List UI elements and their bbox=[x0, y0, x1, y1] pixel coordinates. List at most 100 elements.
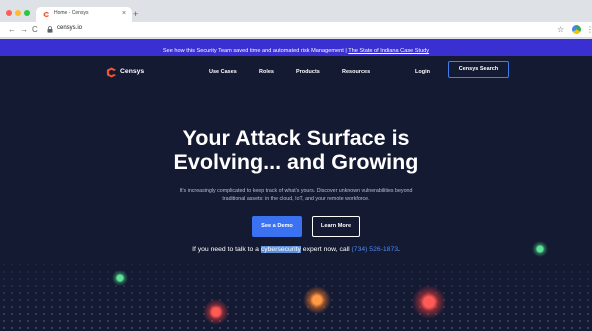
network-dot bbox=[523, 264, 525, 266]
network-dot bbox=[59, 278, 61, 280]
window-close-button[interactable] bbox=[6, 10, 12, 16]
window-maximize-button[interactable] bbox=[24, 10, 30, 16]
network-dot bbox=[459, 320, 461, 322]
network-dot bbox=[555, 285, 557, 287]
network-dot bbox=[427, 278, 429, 280]
glow-dot-red-right bbox=[412, 285, 446, 319]
network-dot bbox=[59, 292, 61, 294]
network-dot bbox=[579, 313, 581, 315]
browser-menu-icon[interactable]: ⋮ bbox=[586, 24, 592, 35]
network-dot bbox=[195, 264, 197, 266]
network-dot bbox=[459, 292, 461, 294]
nav-item-roles[interactable]: Roles bbox=[259, 67, 274, 77]
network-dot bbox=[307, 285, 309, 287]
window-minimize-button[interactable] bbox=[15, 10, 21, 16]
back-arrow-icon[interactable]: ← bbox=[8, 24, 16, 35]
network-dot bbox=[91, 292, 93, 294]
address-bar[interactable]: censys.io bbox=[57, 25, 82, 31]
network-dot bbox=[523, 285, 525, 287]
network-dot bbox=[203, 271, 205, 273]
network-dot bbox=[11, 313, 13, 315]
censys-search-button[interactable]: Censys Search bbox=[448, 61, 509, 78]
network-dot bbox=[531, 327, 533, 329]
censys-logo-icon[interactable] bbox=[106, 67, 117, 78]
bookmark-star-icon[interactable]: ☆ bbox=[557, 24, 564, 35]
tab-title: Home - Censys bbox=[54, 10, 89, 16]
network-dot bbox=[323, 313, 325, 315]
forward-arrow-icon[interactable]: → bbox=[20, 24, 28, 35]
network-dot bbox=[427, 264, 429, 266]
network-dot bbox=[467, 313, 469, 315]
new-tab-icon[interactable]: + bbox=[133, 9, 138, 19]
network-dot bbox=[211, 292, 213, 294]
network-dot bbox=[467, 306, 469, 308]
network-dot bbox=[587, 285, 589, 287]
network-dot bbox=[67, 306, 69, 308]
network-dot bbox=[275, 278, 277, 280]
network-dot bbox=[427, 327, 429, 329]
network-dot bbox=[307, 313, 309, 315]
network-dot bbox=[163, 327, 165, 329]
learn-more-button[interactable]: Learn More bbox=[312, 216, 360, 237]
network-dot bbox=[475, 271, 477, 273]
see-a-demo-button[interactable]: See a Demo bbox=[252, 216, 302, 237]
network-dot bbox=[587, 299, 589, 301]
network-dot bbox=[379, 264, 381, 266]
network-dot bbox=[539, 299, 541, 301]
network-dot bbox=[363, 285, 365, 287]
network-dot bbox=[27, 299, 29, 301]
login-link[interactable]: Login bbox=[415, 67, 430, 77]
network-dot bbox=[267, 285, 269, 287]
network-dot bbox=[259, 278, 261, 280]
network-dot bbox=[363, 320, 365, 322]
network-dot bbox=[299, 299, 301, 301]
network-dot bbox=[235, 285, 237, 287]
network-dot bbox=[27, 278, 29, 280]
network-dot bbox=[459, 299, 461, 301]
logo-text[interactable]: Censys bbox=[120, 67, 144, 77]
browser-tab[interactable]: Home - Censys × bbox=[36, 7, 132, 22]
network-dot bbox=[379, 292, 381, 294]
network-dot bbox=[339, 320, 341, 322]
network-dot bbox=[507, 278, 509, 280]
network-dot bbox=[267, 327, 269, 329]
network-dot bbox=[251, 292, 253, 294]
case-study-link[interactable]: The State of Indiana Case Study bbox=[348, 48, 429, 54]
network-dot bbox=[43, 313, 45, 315]
network-dot bbox=[547, 292, 549, 294]
network-dot bbox=[387, 264, 389, 266]
nav-item-products[interactable]: Products bbox=[296, 67, 320, 77]
network-dot bbox=[35, 285, 37, 287]
network-dot bbox=[491, 306, 493, 308]
reload-icon[interactable]: C bbox=[32, 24, 38, 35]
network-dot bbox=[67, 285, 69, 287]
nav-item-use-cases[interactable]: Use Cases bbox=[209, 67, 237, 77]
network-dot bbox=[291, 313, 293, 315]
network-dot bbox=[283, 285, 285, 287]
extension-icon[interactable] bbox=[572, 25, 581, 34]
network-dot bbox=[243, 299, 245, 301]
network-dot bbox=[379, 271, 381, 273]
lock-icon[interactable] bbox=[47, 26, 53, 33]
network-dot bbox=[459, 306, 461, 308]
network-dot bbox=[51, 327, 53, 329]
tab-close-icon[interactable]: × bbox=[122, 9, 126, 19]
network-dot bbox=[339, 264, 341, 266]
phone-link[interactable]: (734) 526-1873 bbox=[352, 246, 398, 253]
network-dot bbox=[251, 285, 253, 287]
network-dot bbox=[443, 278, 445, 280]
network-dot bbox=[579, 327, 581, 329]
network-dot bbox=[179, 278, 181, 280]
network-dot bbox=[203, 292, 205, 294]
network-dot bbox=[499, 299, 501, 301]
network-dot bbox=[291, 306, 293, 308]
network-dot bbox=[171, 299, 173, 301]
network-dot bbox=[587, 327, 589, 329]
network-dot bbox=[123, 327, 125, 329]
network-dot bbox=[99, 299, 101, 301]
network-dot bbox=[43, 292, 45, 294]
network-dot bbox=[75, 306, 77, 308]
nav-item-resources[interactable]: Resources bbox=[342, 67, 370, 77]
network-dot bbox=[251, 278, 253, 280]
network-dot bbox=[555, 306, 557, 308]
